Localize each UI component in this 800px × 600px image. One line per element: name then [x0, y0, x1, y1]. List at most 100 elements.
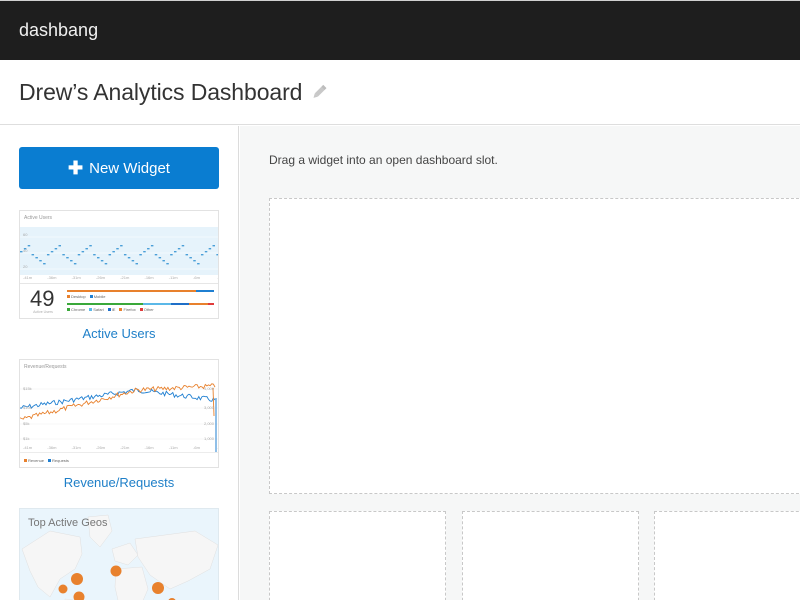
continent-shape	[111, 542, 139, 566]
geo-marker	[71, 573, 83, 585]
x-tick-label: -1m	[217, 445, 218, 450]
data-point	[135, 263, 138, 265]
x-tick-label: -11m	[168, 445, 178, 450]
data-point	[73, 263, 77, 265]
widget-label-revenue-requests[interactable]: Revenue/Requests	[19, 475, 219, 490]
x-tick-label: -16m	[144, 445, 154, 450]
data-point	[104, 263, 108, 265]
legend-item-chrome: Chrome	[67, 307, 85, 312]
continent-shape	[134, 530, 218, 590]
x-tick-label: -11m	[168, 275, 178, 280]
legend-item-other: Other	[139, 307, 154, 312]
data-point	[216, 254, 218, 256]
legend-item-mobile: Mobile	[89, 294, 105, 299]
data-point	[35, 257, 38, 259]
series-drop-revenue	[212, 387, 215, 417]
y-tick-label: 60	[23, 232, 28, 237]
x-tick-label: -31m	[71, 275, 81, 280]
data-point	[120, 245, 123, 247]
browser-segment-firefox	[188, 303, 209, 305]
data-point	[162, 260, 165, 262]
dashboard-title-bar: Drew’s Analytics Dashboard	[0, 60, 800, 125]
data-point	[127, 257, 131, 259]
page-title: Drew’s Analytics Dashboard	[19, 79, 303, 105]
legend-item-desktop: Desktop	[67, 294, 86, 299]
x-tick-label: -41m	[23, 275, 33, 280]
dashboard-slot-small-3[interactable]	[654, 511, 800, 600]
data-point	[31, 254, 35, 256]
data-point	[147, 248, 150, 250]
legend-swatch	[139, 308, 143, 312]
data-point	[174, 251, 177, 253]
device-legend: Desktop Mobile	[67, 294, 109, 299]
y-tick-right: 2,000	[203, 421, 214, 426]
legend-swatch	[89, 295, 93, 299]
data-point	[123, 254, 127, 256]
x-tick-label: -21m	[120, 445, 130, 450]
data-point	[185, 254, 189, 256]
widget-sidebar: ✚ New Widget Active Users 49 Active User…	[0, 126, 239, 600]
y-tick-label: 40	[23, 248, 28, 253]
data-point	[58, 245, 61, 247]
data-point	[131, 260, 135, 262]
device-split-bar	[67, 290, 214, 292]
plus-icon: ✚	[68, 158, 84, 178]
active-users-chart	[20, 227, 218, 275]
data-point	[177, 248, 181, 250]
data-point	[108, 254, 112, 256]
data-point	[170, 254, 173, 256]
dashboard-slot-small-1[interactable]	[269, 511, 446, 600]
dashboard-slot-small-2[interactable]	[462, 511, 639, 600]
x-tick-label: -6m	[193, 275, 200, 280]
active-users-widget-preview[interactable]: Active Users 49 Active Users Desktop Mobi…	[19, 210, 219, 319]
x-tick-label: -16m	[144, 275, 154, 280]
data-point	[89, 245, 92, 247]
data-point	[150, 245, 154, 247]
legend-item-safari: Safari	[89, 307, 104, 312]
data-point	[197, 263, 200, 265]
divider	[20, 452, 218, 453]
legend-swatch	[24, 459, 27, 463]
dashboard-slot-large[interactable]	[269, 198, 800, 494]
widget-label-active-users[interactable]: Active Users	[19, 326, 219, 341]
data-point	[116, 248, 119, 250]
revenue-requests-chart	[20, 383, 218, 452]
legend-item-revenue: Revenue	[24, 458, 44, 463]
data-point	[39, 260, 42, 262]
y-tick-right: 3,000	[203, 405, 214, 410]
data-point	[77, 254, 81, 256]
browser-segment-safari	[143, 303, 172, 305]
x-tick-label: -31m	[71, 445, 81, 450]
data-point	[112, 251, 115, 253]
preview-title: Top Active Geos	[28, 517, 108, 529]
new-widget-label: New Widget	[89, 159, 170, 177]
device-segment-desktop	[67, 290, 197, 292]
revenue-requests-widget-preview[interactable]: Revenue/Requests Revenue Requests $15k $10…	[19, 359, 219, 468]
browser-legend: Chrome Safari IE Firefox Other	[67, 307, 158, 312]
data-point	[181, 245, 185, 247]
x-tick-label: -36m	[47, 275, 57, 280]
new-widget-button[interactable]: ✚ New Widget	[19, 147, 219, 189]
data-point	[154, 254, 158, 256]
data-point	[208, 248, 212, 250]
data-point	[66, 257, 69, 259]
x-tick-label: -1m	[217, 275, 218, 280]
data-point	[97, 257, 100, 259]
data-point	[166, 263, 169, 265]
data-point	[100, 260, 104, 262]
y-tick-left: $10k	[23, 405, 32, 410]
data-point	[27, 245, 31, 247]
pencil-icon[interactable]	[310, 83, 328, 101]
y-tick-label: 20	[23, 264, 28, 269]
data-point	[93, 254, 96, 256]
data-point	[212, 245, 215, 247]
geo-marker	[58, 584, 68, 594]
legend-swatch	[89, 308, 93, 312]
top-active-geos-widget-preview[interactable]: Top Active Geos	[19, 508, 219, 600]
browser-segment-other	[208, 303, 214, 305]
brand-logo[interactable]: dashbang	[19, 20, 98, 41]
y-tick-left: $1k	[23, 436, 30, 441]
legend-item-ie: IE	[107, 307, 115, 312]
data-point	[193, 260, 196, 262]
legend-item-requests: Requests	[48, 458, 69, 463]
